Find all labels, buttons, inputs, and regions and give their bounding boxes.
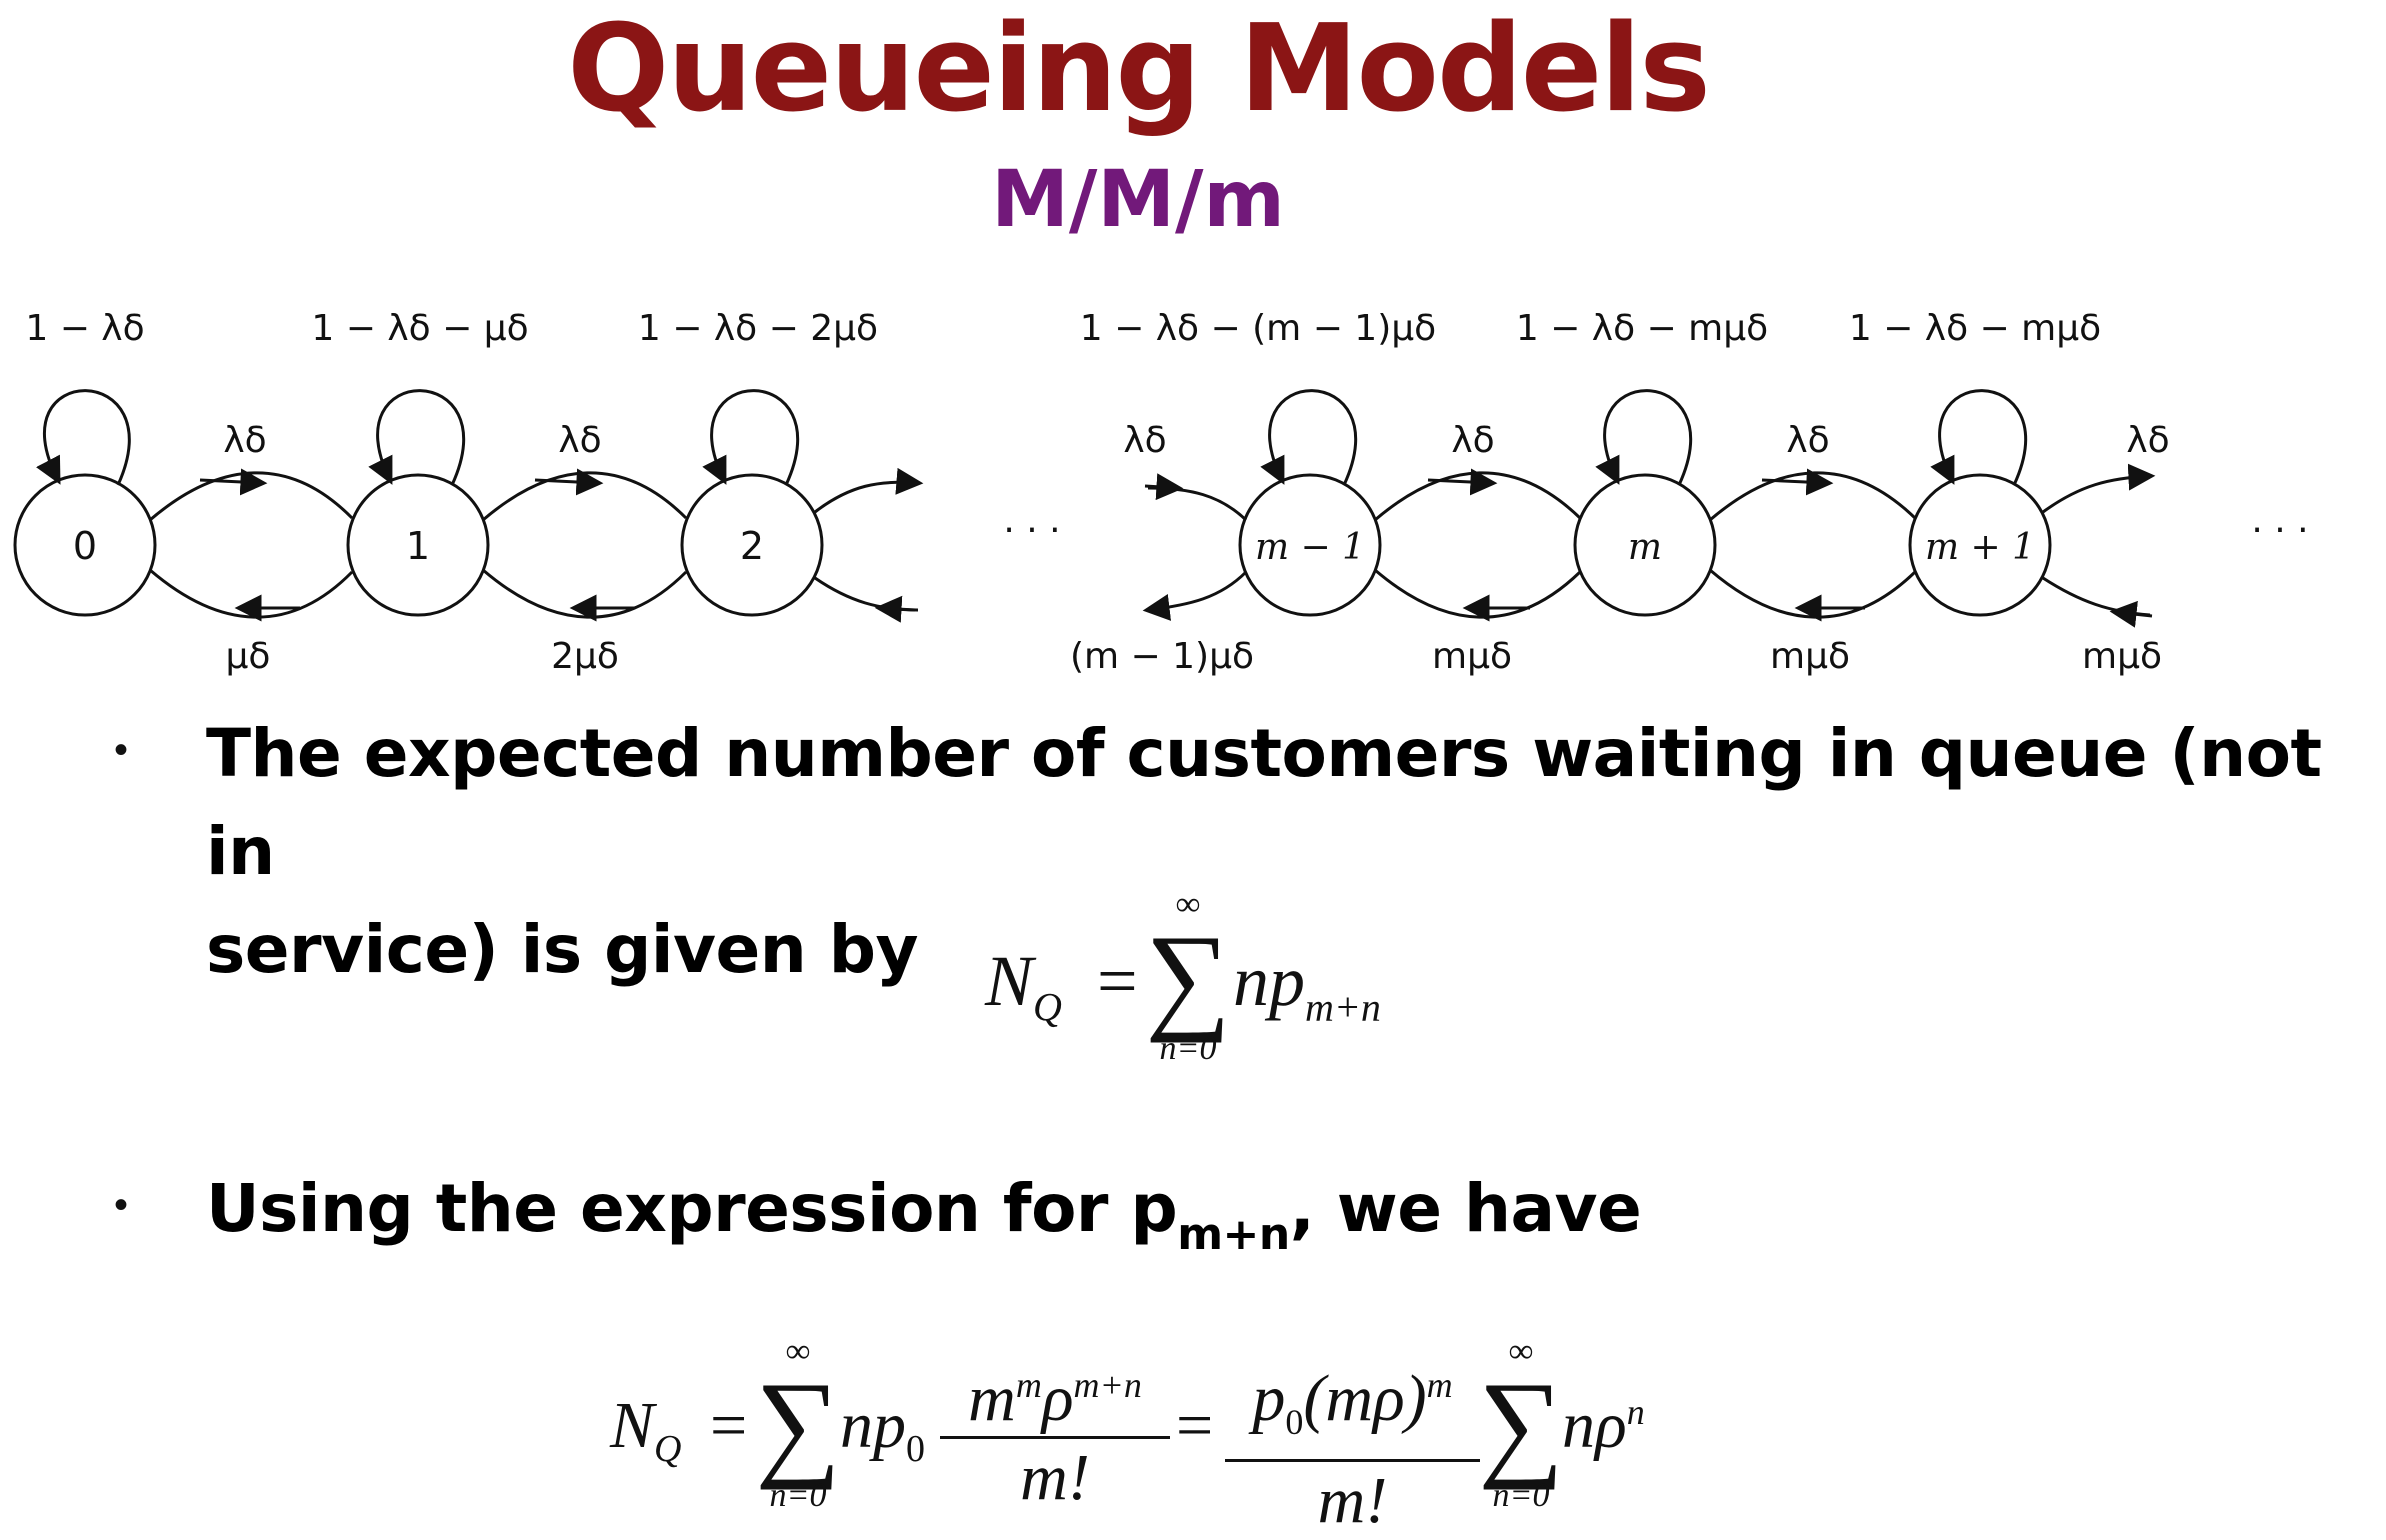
arc-in-m-1-head [1144, 473, 1184, 501]
slide: Queueing Models M/M/m 0 1 2 m − 1 m m + … [0, 0, 2386, 1538]
arc-m+1-out [2042, 463, 2156, 514]
formula-2-sum-2: ∞ ∑ n=0 [1478, 1333, 1564, 1514]
ellipsis-right: · · · [2251, 510, 2308, 551]
arc-2-1 [482, 568, 688, 619]
service-label-1: 2μδ [551, 636, 619, 677]
self-loop-2 [702, 389, 800, 486]
state-0-label: 0 [73, 524, 97, 568]
self-loop-label-3: 1 − λδ − (m − 1)μδ [1080, 308, 1436, 349]
formula-2-eq: = [710, 1389, 748, 1462]
self-loop-label-2: 1 − λδ − 2μδ [638, 308, 878, 349]
arrival-label-4: λδ [1786, 420, 1829, 461]
formula-1-term: npm+n [1233, 941, 1381, 1030]
bullet-1-line1: The expected number of customers waiting… [206, 715, 2322, 890]
slide-subtitle: M/M/m [991, 155, 1285, 245]
self-loop-label-0: 1 − λδ [25, 308, 144, 349]
state-1-label: 1 [406, 524, 430, 568]
arc-m-m-1 [1374, 568, 1582, 619]
arc-out-2 [814, 576, 919, 612]
self-loop-m [1595, 389, 1693, 486]
service-label-2: (m − 1)μδ [1070, 636, 1254, 677]
bullet-2-text: Using the expression for pm+n, we have [206, 1170, 1642, 1260]
formula-1-eq: = [1097, 941, 1138, 1021]
formula-1-sum: ∞ ∑ n=0 [1145, 886, 1231, 1067]
formula-2-term2: nρn [1562, 1389, 1645, 1462]
self-loop-m-1 [1260, 389, 1358, 486]
arc-1-0 [149, 568, 354, 619]
arrival-label-0: λδ [223, 420, 266, 461]
formula-2-sum-1: ∞ ∑ n=0 [755, 1333, 841, 1514]
formula-1: NQ = ∞ ∑ n=0 npm+n [985, 886, 1405, 1100]
formula-2-lhs: NQ [610, 1389, 682, 1471]
state-m-label: m [1628, 527, 1662, 568]
service-label-0: μδ [226, 636, 271, 677]
self-loop-label-4: 1 − λδ − mμδ [1516, 308, 1768, 349]
arc-1-2 [482, 471, 688, 522]
arc-2-out [814, 467, 924, 514]
arc-m-m+1 [1709, 471, 1917, 522]
bullet-marker-2: • [114, 1183, 129, 1227]
formula-2-term1: np0 [840, 1389, 925, 1471]
formula-2-eq2: = [1176, 1389, 1214, 1462]
self-loop-0 [36, 389, 131, 486]
state-transition-diagram: 0 1 2 m − 1 m m + 1 1 − λδ 1 − λδ − μδ 1… [13, 308, 2309, 677]
self-loop-m+1 [1930, 389, 2028, 486]
self-loop-1 [368, 389, 466, 486]
state-m+1-label: m + 1 [1925, 527, 2035, 568]
state-m-1-label: m − 1 [1255, 527, 1365, 568]
arc-m+1-m [1709, 568, 1917, 619]
state-2-label: 2 [740, 524, 764, 568]
arc-out-2-head [874, 595, 916, 623]
formula-2-frac2: p0(mρ)m m! [1225, 1348, 1480, 1540]
bullet-marker-1: • [114, 728, 129, 772]
formula-2: NQ = ∞ ∑ n=0 np0 mmρm+n m! = p0(mρ)m m! … [610, 1335, 1710, 1538]
service-label-4: mμδ [1770, 636, 1850, 677]
arrival-label-2: λδ [1123, 420, 1166, 461]
self-loop-label-5: 1 − λδ − mμδ [1849, 308, 2101, 349]
arc-out-m+1-head [2109, 600, 2153, 628]
self-loop-label-1: 1 − λδ − μδ [311, 308, 528, 349]
service-label-3: mμδ [1432, 636, 1512, 677]
ellipsis-middle: · · · [1003, 510, 1060, 551]
arc-out-m+1 [2042, 576, 2151, 617]
arc-in-m-1 [1147, 486, 1248, 522]
arc-m-1-m [1374, 471, 1582, 522]
formula-2-frac1: mmρm+n m! [940, 1348, 1170, 1517]
service-label-5: mμδ [2082, 636, 2162, 677]
arc-m-1-out [1142, 570, 1248, 621]
arrival-label-5: λδ [2126, 420, 2169, 461]
arc-0-1 [149, 471, 354, 522]
slide-title: Queueing Models [567, 0, 1711, 139]
formula-1-lhs: NQ [985, 941, 1062, 1030]
arrival-label-1: λδ [558, 420, 601, 461]
arrival-label-3: λδ [1451, 420, 1494, 461]
